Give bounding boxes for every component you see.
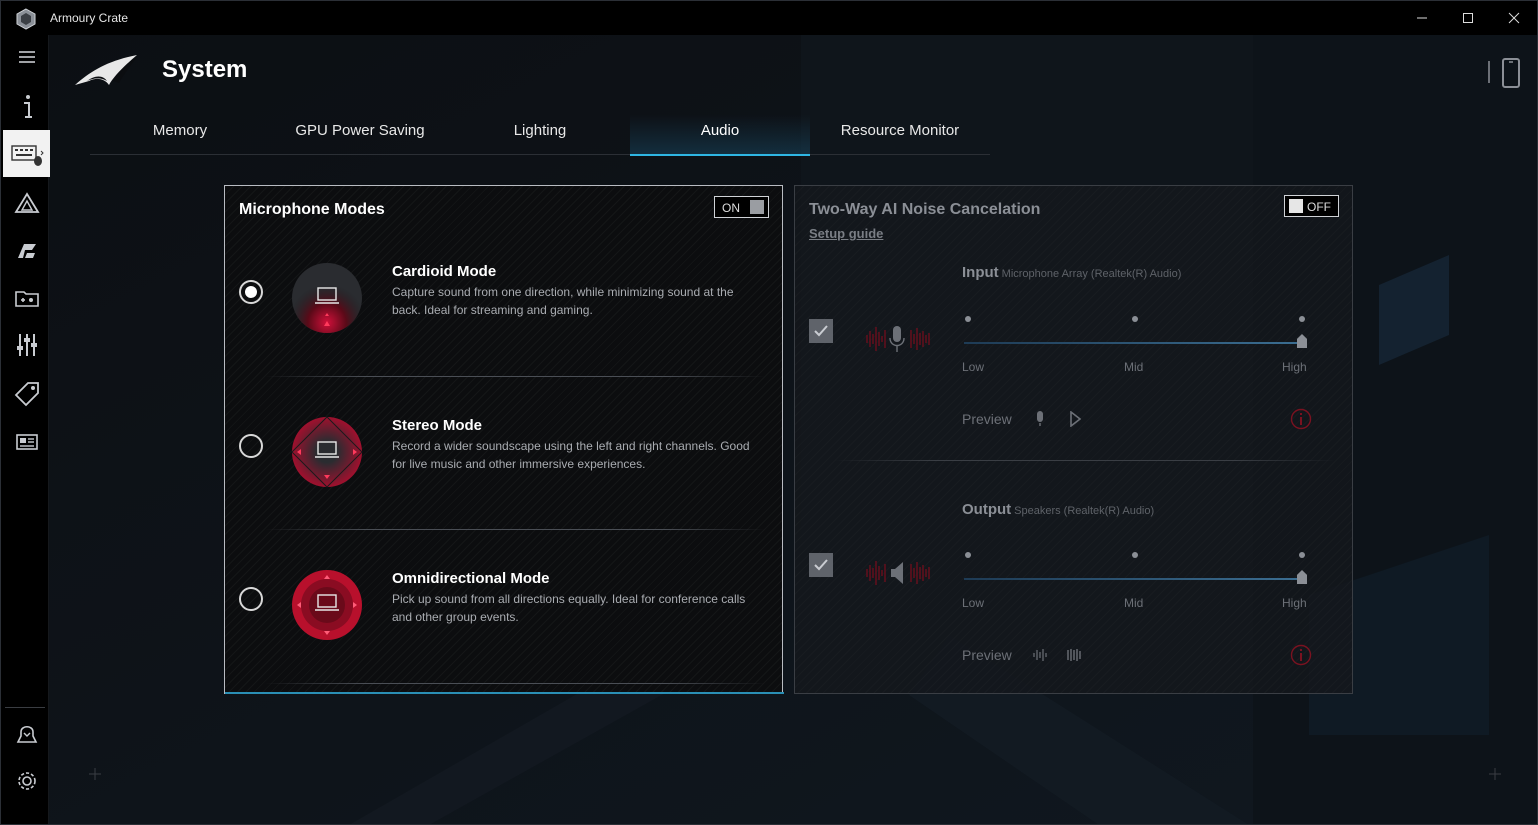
output-preview-label: Preview xyxy=(962,647,1012,663)
rog-logo-icon xyxy=(73,51,141,89)
stereo-mode-name: Stereo Mode xyxy=(392,417,483,434)
input-level-low-label: Low xyxy=(962,360,985,374)
news-icon[interactable] xyxy=(5,420,49,464)
keyboard-device-icon[interactable] xyxy=(3,130,50,177)
armoury-crate-logo-icon xyxy=(15,8,37,30)
mode-divider xyxy=(265,683,765,684)
cardioid-pattern-icon xyxy=(291,262,363,334)
omnidirectional-mode-name: Omnidirectional Mode xyxy=(392,570,550,587)
output-level-low-dot[interactable] xyxy=(965,552,971,558)
tab-resource-monitor[interactable]: Resource Monitor xyxy=(810,115,990,155)
setup-guide-link[interactable]: Setup guide xyxy=(809,226,883,241)
aura-sync-icon[interactable] xyxy=(5,181,49,225)
sidebar xyxy=(1,35,50,824)
mixer-icon[interactable] xyxy=(5,323,49,367)
noise-cancelation-title: Two-Way AI Noise Cancelation xyxy=(809,201,1041,218)
output-level-low-label: Low xyxy=(962,596,985,610)
input-device-name: Microphone Array (Realtek(R) Audio) xyxy=(1001,268,1182,280)
tab-audio[interactable]: Audio xyxy=(630,115,810,156)
cardioid-mode-description: Capture sound from one direction, while … xyxy=(392,285,734,317)
title-bar: Armoury Crate xyxy=(1,1,1537,35)
noise-cancelation-panel: Two-Way AI Noise Cancelation OFF Setup g… xyxy=(794,185,1353,694)
microphone-modes-title: Microphone Modes xyxy=(239,201,385,218)
input-level-mid-dot[interactable] xyxy=(1132,316,1138,322)
input-enable-checkbox[interactable] xyxy=(809,319,833,343)
output-level-slider[interactable] xyxy=(964,578,1302,580)
mode-divider xyxy=(265,529,765,530)
mode-divider xyxy=(265,376,765,377)
toggle-knob xyxy=(1289,199,1303,213)
cardioid-mode-name: Cardioid Mode xyxy=(392,263,497,280)
omnidirectional-mode-description: Pick up sound from all directions equall… xyxy=(392,592,746,624)
speaker-waveform-icon xyxy=(865,556,931,590)
output-level-high-dot[interactable] xyxy=(1299,552,1305,558)
corner-mark xyxy=(89,767,101,780)
output-level-mid-label: Mid xyxy=(1124,596,1144,610)
sidebar-divider xyxy=(5,707,45,708)
app-window: Armoury Crate System Memory GPU Power Sa… xyxy=(0,0,1538,825)
toggle-state-label: ON xyxy=(722,201,740,215)
microphone-waveform-icon xyxy=(865,322,931,356)
output-section: OutputSpeakers (Realtek(R) Audio) Low M xyxy=(795,493,1352,713)
toggle-state-label: OFF xyxy=(1307,200,1331,214)
microphone-modes-panel: Microphone Modes ON Cardioid Mode Captur… xyxy=(224,185,784,694)
minimize-button[interactable] xyxy=(1399,1,1445,35)
close-button[interactable] xyxy=(1491,1,1537,35)
cardioid-mode-radio[interactable] xyxy=(239,280,263,304)
input-level-slider-thumb[interactable] xyxy=(1297,334,1307,348)
input-level-high-dot[interactable] xyxy=(1299,316,1305,322)
hamburger-menu-icon[interactable] xyxy=(5,35,49,79)
deals-tag-icon[interactable] xyxy=(5,372,49,416)
settings-gear-icon[interactable] xyxy=(5,759,49,803)
game-profile-icon[interactable] xyxy=(5,229,49,273)
page-title: System xyxy=(162,56,248,83)
output-enable-checkbox[interactable] xyxy=(809,553,833,577)
window-title: Armoury Crate xyxy=(50,11,129,25)
omnidirectional-pattern-icon xyxy=(291,569,363,641)
noisy-audio-preview-icon[interactable] xyxy=(1032,647,1048,668)
user-center-icon[interactable] xyxy=(5,712,49,756)
input-level-high-label: High xyxy=(1282,360,1307,374)
input-level-mid-label: Mid xyxy=(1124,360,1144,374)
cardioid-mode-option[interactable]: Cardioid Mode Capture sound from one dir… xyxy=(225,246,782,396)
tab-gpu-power-saving[interactable]: GPU Power Saving xyxy=(270,115,450,155)
corner-mark xyxy=(1489,767,1501,780)
game-library-icon[interactable] xyxy=(5,276,49,320)
output-label: Output Speakers (Realtek(R) Audio) xyxy=(962,501,1155,518)
input-level-low-dot[interactable] xyxy=(965,316,971,322)
output-level-slider-thumb[interactable] xyxy=(1297,570,1307,584)
stereo-mode-radio[interactable] xyxy=(239,434,263,458)
tab-lighting[interactable]: Lighting xyxy=(450,115,630,155)
play-preview-icon[interactable] xyxy=(1069,410,1082,432)
stereo-mode-description: Record a wider soundscape using the left… xyxy=(392,439,750,471)
tab-bar: Memory GPU Power Saving Lighting Audio R… xyxy=(90,115,990,156)
omnidirectional-mode-radio[interactable] xyxy=(239,587,263,611)
tab-memory[interactable]: Memory xyxy=(90,115,270,155)
microphone-modes-toggle[interactable]: ON xyxy=(714,196,769,218)
input-section: Input Microphone Array (Realtek(R) Audio) xyxy=(795,256,1352,476)
output-info-icon[interactable] xyxy=(1290,644,1312,666)
stereo-pattern-icon xyxy=(291,416,363,488)
output-level-mid-dot[interactable] xyxy=(1132,552,1138,558)
output-level-high-label: High xyxy=(1282,596,1307,610)
maximize-button[interactable] xyxy=(1445,1,1491,35)
record-microphone-icon[interactable] xyxy=(1033,410,1047,433)
input-level-slider[interactable] xyxy=(964,342,1302,344)
device-panel-icon[interactable] xyxy=(1485,57,1525,89)
section-divider xyxy=(835,460,1335,461)
input-label: Input Microphone Array (Realtek(R) Audio) xyxy=(962,264,1182,281)
clean-audio-preview-icon[interactable] xyxy=(1066,647,1082,668)
omnidirectional-mode-option[interactable]: Omnidirectional Mode Pick up sound from … xyxy=(225,553,782,703)
toggle-knob xyxy=(750,200,764,214)
noise-cancelation-toggle[interactable]: OFF xyxy=(1284,195,1339,217)
input-info-icon[interactable] xyxy=(1290,408,1312,430)
stereo-mode-option[interactable]: Stereo Mode Record a wider soundscape us… xyxy=(225,400,782,550)
info-icon[interactable] xyxy=(5,85,49,129)
output-device-name: Speakers (Realtek(R) Audio) xyxy=(1014,505,1155,517)
input-preview-label: Preview xyxy=(962,411,1012,427)
